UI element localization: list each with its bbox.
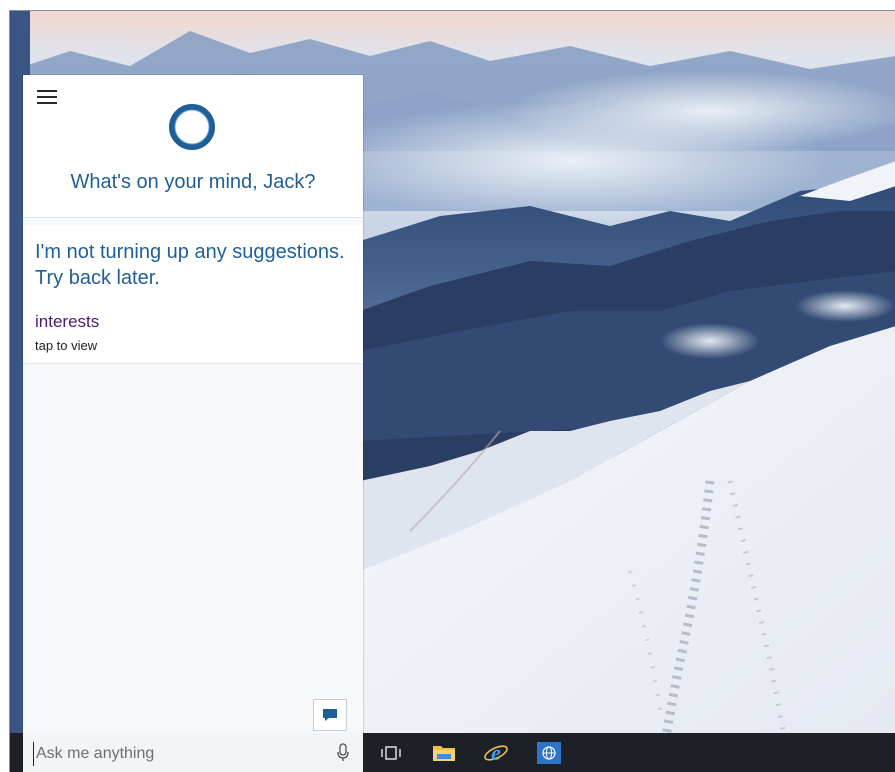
feedback-icon bbox=[323, 709, 337, 721]
cortana-panel: What's on your mind, Jack? I'm not turni… bbox=[23, 75, 363, 733]
svg-text:e: e bbox=[491, 741, 501, 765]
cortana-greeting: What's on your mind, Jack? bbox=[70, 171, 316, 193]
globe-app-icon[interactable] bbox=[536, 741, 562, 765]
internet-explorer-icon[interactable]: e bbox=[483, 741, 509, 765]
cortana-header: What's on your mind, Jack? bbox=[23, 75, 363, 218]
cortana-ring-icon bbox=[169, 104, 215, 150]
microphone-icon[interactable] bbox=[336, 743, 350, 763]
hamburger-menu-icon[interactable] bbox=[37, 89, 59, 105]
no-suggestions-message: I'm not turning up any suggestions. Try … bbox=[35, 241, 345, 289]
task-view-icon[interactable] bbox=[378, 741, 404, 765]
tap-to-view-hint[interactable]: tap to view bbox=[35, 338, 97, 353]
interests-link[interactable]: interests bbox=[35, 312, 99, 332]
window-frame: What's on your mind, Jack? I'm not turni… bbox=[9, 10, 895, 772]
taskbar: e bbox=[10, 733, 895, 772]
feedback-button[interactable] bbox=[313, 699, 347, 731]
cortana-search-box[interactable] bbox=[23, 733, 363, 772]
file-explorer-icon[interactable] bbox=[431, 741, 457, 765]
search-input[interactable] bbox=[33, 742, 328, 766]
suggestion-card: I'm not turning up any suggestions. Try … bbox=[23, 225, 363, 364]
